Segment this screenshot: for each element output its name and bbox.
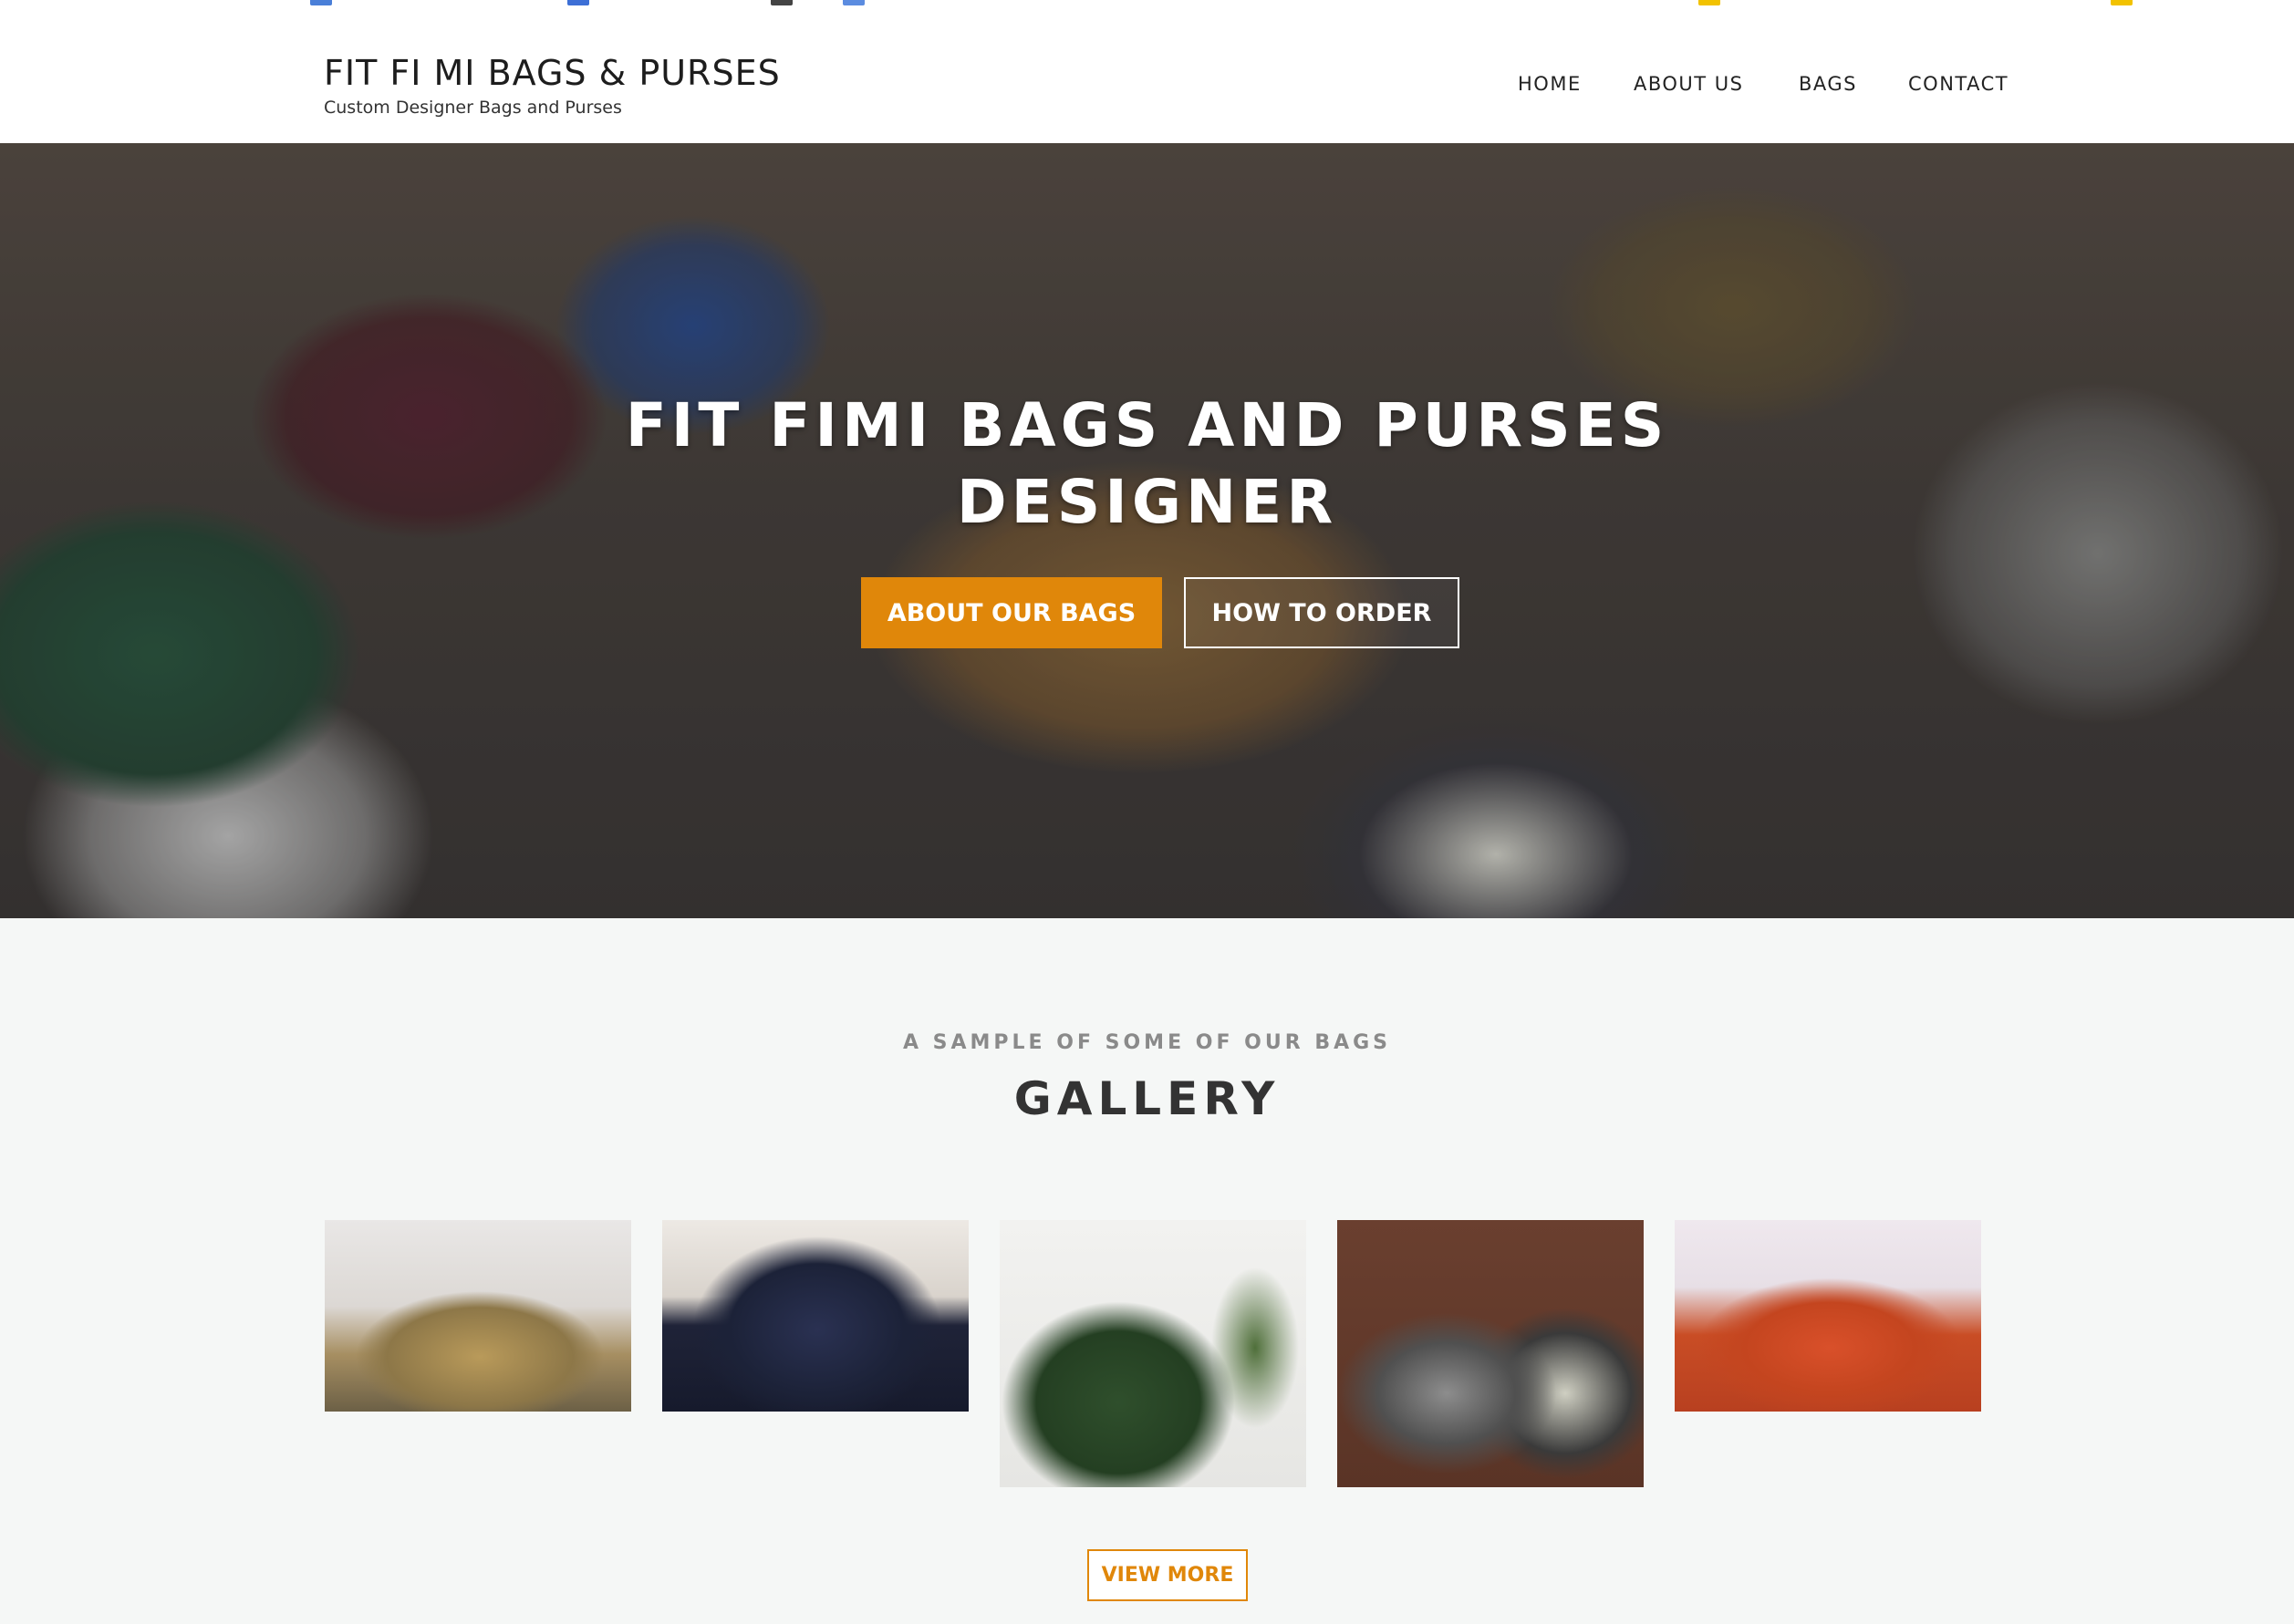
- hero-title: FIT FIMI BAGS AND PURSES DESIGNER: [0, 388, 2294, 541]
- hero-title-line-1: FIT FIMI BAGS AND PURSES: [625, 390, 1669, 460]
- hero-banner: FIT FIMI BAGS AND PURSES DESIGNER ABOUT …: [0, 143, 2294, 918]
- bookmark-icon[interactable]: [1698, 0, 1720, 5]
- gallery-thumbnail[interactable]: [1000, 1220, 1306, 1487]
- nav-bags[interactable]: BAGS: [1799, 73, 1857, 95]
- about-our-bags-button[interactable]: ABOUT OUR BAGS: [861, 577, 1162, 648]
- nav-contact[interactable]: CONTACT: [1908, 73, 2009, 95]
- site-tagline: Custom Designer Bags and Purses: [324, 98, 622, 118]
- bookmarks-bar: [0, 0, 2294, 9]
- nav-home[interactable]: HOME: [1518, 73, 1582, 95]
- bookmark-icon[interactable]: [310, 0, 332, 5]
- how-to-order-button[interactable]: HOW TO ORDER: [1184, 577, 1459, 648]
- nav-about-us[interactable]: ABOUT US: [1634, 73, 1744, 95]
- bookmark-icon[interactable]: [771, 0, 793, 5]
- view-more-button[interactable]: VIEW MORE: [1087, 1549, 1248, 1601]
- gallery-title: GALLERY: [1013, 1072, 1281, 1125]
- site-header: FIT FI MI BAGS & PURSES Custom Designer …: [0, 9, 2294, 143]
- site-title[interactable]: FIT FI MI BAGS & PURSES: [324, 53, 781, 93]
- bookmark-icon[interactable]: [2111, 0, 2133, 5]
- gallery-subtitle: A SAMPLE OF SOME OF OUR BAGS: [902, 1031, 1392, 1054]
- hero-title-line-2: DESIGNER: [956, 467, 1338, 537]
- gallery-thumbnail[interactable]: [325, 1220, 631, 1412]
- gallery-thumbnail[interactable]: [1675, 1220, 1981, 1412]
- bookmark-icon[interactable]: [567, 0, 589, 5]
- gallery-thumbnail[interactable]: [662, 1220, 969, 1412]
- gallery-thumbnail[interactable]: [1337, 1220, 1644, 1487]
- bookmark-icon[interactable]: [843, 0, 865, 5]
